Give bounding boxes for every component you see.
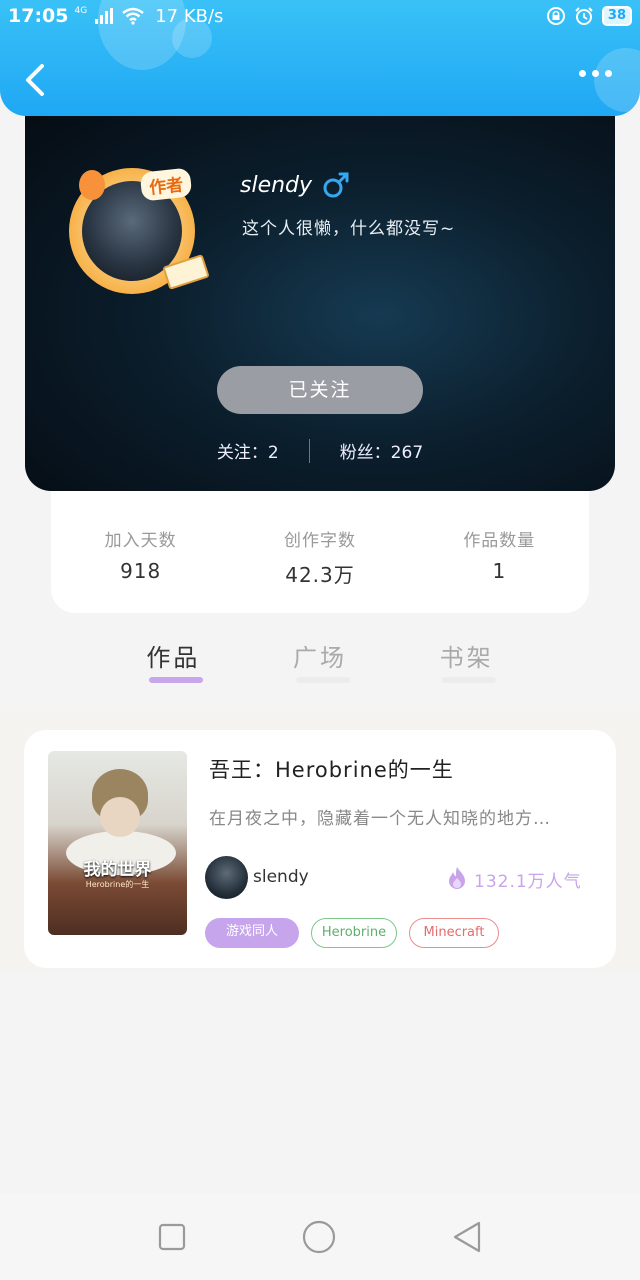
stat-label: 作品数量 xyxy=(463,531,536,551)
book-cover[interactable]: 我的世界 Herobrine的一生 xyxy=(48,751,187,935)
square-icon[interactable] xyxy=(157,1222,187,1252)
stat-works-count: 作品数量 1 xyxy=(429,526,569,613)
content-tabs: 作品 广场 书架 xyxy=(100,636,540,696)
follow-button[interactable]: 已关注 xyxy=(217,366,423,414)
decor-bubble xyxy=(594,48,640,112)
author-badge: 作者 xyxy=(139,167,193,202)
avatar[interactable] xyxy=(205,856,248,899)
profile-card: 作者 slendy 这个人很懒，什么都没写~ 已关注 关注：2 粉丝：267 xyxy=(25,100,615,491)
profile-username: slendy xyxy=(240,173,313,198)
tab-label: 书架 xyxy=(439,644,494,672)
stat-word-count: 创作字数 42.3万 xyxy=(250,526,390,613)
circle-icon[interactable] xyxy=(301,1219,337,1255)
status-bar: 17:05 4G 17 KB/s 38 xyxy=(0,0,640,32)
tab-indicator xyxy=(295,677,350,683)
work-description: 在月夜之中，隐藏着一个无人知晓的地方… xyxy=(209,809,551,829)
work-card[interactable]: 我的世界 Herobrine的一生 吾王：Herobrine的一生 在月夜之中，… xyxy=(24,730,616,968)
tab-label: 作品 xyxy=(146,644,201,672)
stat-value: 918 xyxy=(120,559,162,583)
status-time: 17:05 xyxy=(8,5,69,27)
stat-label: 创作字数 xyxy=(283,531,356,551)
cover-subtitle: Herobrine的一生 xyxy=(85,880,150,889)
male-icon xyxy=(323,172,349,198)
tab-indicator xyxy=(149,677,203,683)
tag-herobrine[interactable]: Herobrine xyxy=(311,918,397,948)
more-dot-icon xyxy=(605,70,612,77)
network-type: 4G xyxy=(74,6,88,16)
works-list: 我的世界 Herobrine的一生 吾王：Herobrine的一生 在月夜之中，… xyxy=(0,705,640,970)
more-options-button[interactable] xyxy=(579,70,612,77)
wifi-icon xyxy=(122,7,144,25)
back-button[interactable] xyxy=(22,62,50,98)
tag-game-fanfic[interactable]: 游戏同人 xyxy=(205,918,299,948)
popularity-count: 132.1万人气 xyxy=(474,872,582,892)
lock-rotation-icon xyxy=(546,7,565,25)
cover-title: 我的世界 xyxy=(83,860,152,880)
tab-indicator xyxy=(442,677,497,683)
work-author[interactable]: slendy xyxy=(253,867,309,887)
stat-join-days: 加入天数 918 xyxy=(71,526,211,613)
battery-indicator: 38 xyxy=(601,6,632,26)
system-nav-bar xyxy=(0,1194,640,1280)
app-header: 17:05 4G 17 KB/s 38 xyxy=(0,0,640,116)
tag-minecraft[interactable]: Minecraft xyxy=(409,918,499,948)
more-dot-icon xyxy=(592,70,599,77)
signal-icon xyxy=(95,8,114,24)
network-speed: 17 KB/s xyxy=(155,5,224,27)
follow-counts: 关注：2 粉丝：267 xyxy=(25,438,615,463)
stat-value: 42.3万 xyxy=(285,563,355,587)
work-title[interactable]: 吾王：Herobrine的一生 xyxy=(209,754,454,784)
divider xyxy=(308,438,310,463)
cover-art xyxy=(100,797,140,837)
author-avatar-frame[interactable]: 作者 xyxy=(65,152,210,294)
fans-count[interactable]: 粉丝：267 xyxy=(340,438,423,463)
alarm-icon xyxy=(575,7,593,25)
tab-bookshelf[interactable]: 书架 xyxy=(393,636,540,696)
tab-works[interactable]: 作品 xyxy=(100,636,247,696)
more-dot-icon xyxy=(579,70,586,77)
following-count[interactable]: 关注：2 xyxy=(217,438,279,463)
stat-label: 加入天数 xyxy=(104,531,177,551)
tab-square[interactable]: 广场 xyxy=(247,636,394,696)
tab-label: 广场 xyxy=(293,644,347,672)
stat-value: 1 xyxy=(492,559,507,583)
profile-bio: 这个人很懒，什么都没写~ xyxy=(242,219,456,239)
fire-icon xyxy=(449,867,465,889)
triangle-back-icon[interactable] xyxy=(451,1220,483,1254)
stats-card: 加入天数 918 创作字数 42.3万 作品数量 1 xyxy=(51,470,589,613)
carrot-decoration-icon xyxy=(79,170,105,200)
